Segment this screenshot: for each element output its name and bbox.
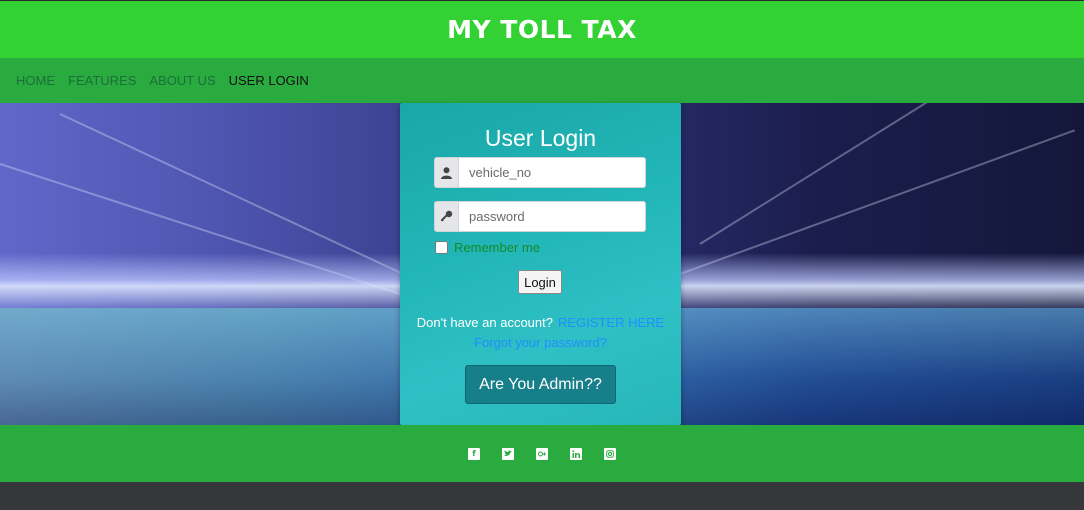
google-plus-icon[interactable] — [536, 447, 548, 460]
light-streak — [59, 113, 405, 276]
register-prompt: Don't have an account? REGISTER HERE — [400, 315, 681, 330]
vehicle-input-group — [434, 157, 646, 188]
register-link[interactable]: REGISTER HERE — [558, 315, 664, 330]
remember-me: Remember me — [435, 240, 540, 255]
login-button[interactable]: Login — [518, 270, 562, 294]
login-card: User Login Remember me Login Don't have … — [400, 103, 681, 425]
admin-button[interactable]: Are You Admin?? — [465, 365, 616, 404]
site-header: MY TOLL TAX — [0, 0, 1084, 58]
remember-me-checkbox[interactable] — [435, 241, 448, 254]
twitter-icon[interactable] — [502, 447, 514, 460]
forgot-password-link[interactable]: Forgot your password? — [400, 335, 681, 350]
site-footer: f — [0, 425, 1084, 482]
key-icon — [435, 202, 459, 231]
vehicle-no-input[interactable] — [459, 158, 645, 187]
site-title: MY TOLL TAX — [447, 15, 637, 44]
no-account-text: Don't have an account? — [416, 315, 553, 330]
login-title: User Login — [484, 125, 597, 151]
bottom-bar — [0, 482, 1084, 510]
user-icon — [435, 158, 459, 187]
facebook-icon[interactable]: f — [468, 447, 480, 460]
remember-me-label: Remember me — [454, 240, 540, 255]
password-input-group — [434, 201, 646, 232]
nav-home[interactable]: HOME — [16, 73, 55, 88]
instagram-icon[interactable] — [604, 447, 616, 460]
main-nav: HOME FEATURES ABOUT US USER LOGIN — [0, 58, 1084, 103]
nav-about-us[interactable]: ABOUT US — [149, 73, 215, 88]
linkedin-icon[interactable] — [570, 447, 582, 460]
light-streak — [699, 103, 1040, 245]
password-input[interactable] — [459, 202, 645, 231]
nav-user-login[interactable]: USER LOGIN — [229, 73, 309, 88]
nav-features[interactable]: FEATURES — [68, 73, 136, 88]
